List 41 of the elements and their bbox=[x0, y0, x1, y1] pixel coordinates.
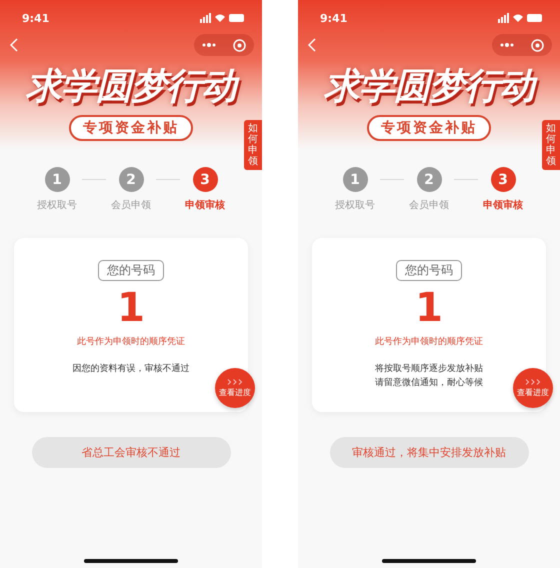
more-icon[interactable] bbox=[500, 43, 514, 47]
capsule-menu[interactable] bbox=[194, 34, 254, 56]
how-to-apply-tab[interactable]: 如何申领 bbox=[244, 120, 262, 170]
status-time: 9:41 bbox=[22, 12, 50, 24]
close-icon[interactable] bbox=[232, 38, 246, 52]
number-chip: 您的号码 bbox=[98, 260, 164, 281]
step-label: 会员申领 bbox=[409, 198, 449, 212]
status-icons bbox=[498, 13, 542, 23]
step-label: 申领审核 bbox=[483, 198, 523, 212]
step-number: 1 bbox=[44, 167, 70, 192]
result-button[interactable]: 省总工会审核不通过 bbox=[32, 437, 230, 468]
step-label: 授权取号 bbox=[37, 198, 77, 212]
queue-number: 1 bbox=[117, 285, 145, 331]
chevrons-icon bbox=[525, 378, 541, 384]
banner-subtitle: 专项资金补贴 bbox=[69, 115, 193, 141]
status-message: 因您的资料有误，审核不通过 bbox=[72, 362, 190, 376]
banner-subtitle: 专项资金补贴 bbox=[367, 115, 491, 141]
back-icon[interactable] bbox=[10, 38, 18, 52]
number-chip: 您的号码 bbox=[396, 260, 462, 281]
more-icon[interactable] bbox=[202, 43, 216, 47]
status-message: 将按取号顺序逐步发放补贴 bbox=[375, 362, 483, 376]
step-number: 3 bbox=[192, 167, 218, 192]
step-number: 2 bbox=[118, 167, 144, 192]
number-caption: 此号作为申领时的顺序凭证 bbox=[77, 336, 185, 348]
step-label: 授权取号 bbox=[335, 198, 375, 212]
how-to-apply-tab[interactable]: 如何申领 bbox=[542, 120, 560, 170]
status-time: 9:41 bbox=[320, 12, 348, 24]
step-label: 会员申领 bbox=[111, 198, 151, 212]
step-label: 申领审核 bbox=[185, 198, 225, 212]
capsule-menu[interactable] bbox=[492, 34, 552, 56]
status-message: 请留意微信通知，耐心等候 bbox=[375, 376, 483, 390]
status-icons bbox=[200, 13, 244, 23]
step-number: 1 bbox=[342, 167, 368, 192]
queue-number: 1 bbox=[415, 285, 443, 331]
back-icon[interactable] bbox=[308, 38, 316, 52]
number-caption: 此号作为申领时的顺序凭证 bbox=[375, 336, 483, 348]
step-number: 2 bbox=[416, 167, 442, 192]
close-icon[interactable] bbox=[530, 38, 544, 52]
step-number: 3 bbox=[490, 167, 516, 192]
chevrons-icon bbox=[227, 378, 243, 384]
result-button[interactable]: 审核通过，将集中安排发放补贴 bbox=[330, 437, 528, 468]
